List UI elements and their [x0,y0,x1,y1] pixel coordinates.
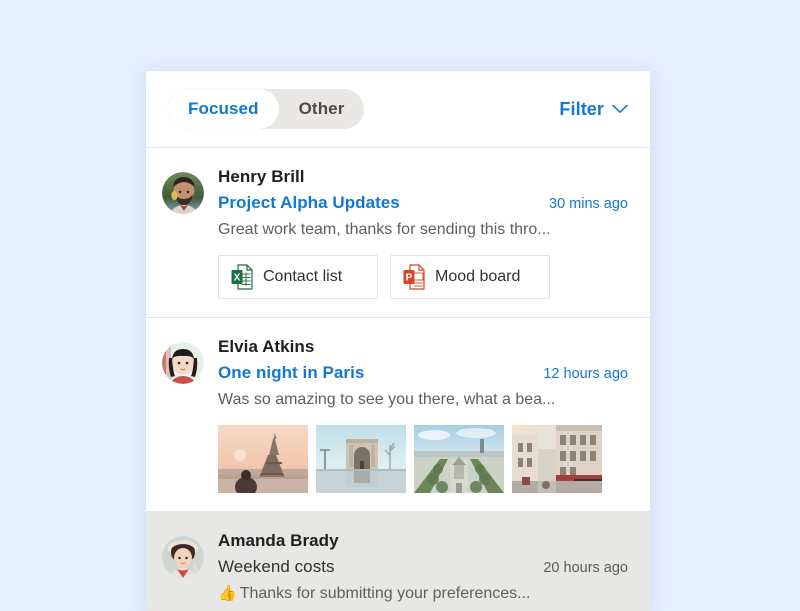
photo-attachment-strip [218,424,628,493]
focused-other-toggle[interactable]: Focused Other [168,89,365,129]
photo-arc-de-triomphe[interactable] [316,424,406,493]
thumbs-up-icon: 👍 [218,584,237,602]
subject-row: Weekend costs 20 hours ago [218,555,628,579]
toggle-segment-focused[interactable]: Focused [168,89,279,129]
message-subject: One night in Paris [218,362,365,382]
attachment-label: Contact list [263,267,343,285]
message-timestamp: 30 mins ago [549,195,628,212]
photo-eiffel-tower[interactable] [218,424,308,493]
photo-paris-street[interactable] [512,424,602,493]
message-preview: Great work team, thanks for sending this… [218,220,551,238]
attachment-chip-contact-list[interactable]: X Contact list [218,254,378,299]
sender-name: Amanda Brady [218,530,339,550]
subject-row: One night in Paris 12 hours ago [218,361,628,385]
powerpoint-file-icon: P [403,264,425,290]
filter-button[interactable]: Filter [559,99,628,120]
message-content: Amanda Brady Weekend costs 20 hours ago … [218,530,628,605]
avatar-henry-brill [162,172,204,214]
excel-file-icon: X [231,264,253,290]
message-preview: Was so amazing to see you there, what a … [218,390,556,408]
message-row-amanda-brady[interactable]: Amanda Brady Weekend costs 20 hours ago … [146,511,650,611]
subject-row: Project Alpha Updates 30 mins ago [218,191,628,215]
photo-paris-aerial[interactable] [414,424,504,493]
attachment-list: X Contact list P Mood board [218,254,628,299]
avatar-elvia-atkins [162,341,204,384]
message-list: Henry Brill Project Alpha Updates 30 min… [146,148,650,611]
message-timestamp: 20 hours ago [543,559,628,576]
message-row-henry-brill[interactable]: Henry Brill Project Alpha Updates 30 min… [146,148,650,318]
message-preview: Thanks for submitting your preferences..… [239,584,531,602]
sender-name: Elvia Atkins [218,336,315,356]
chevron-down-icon [612,104,628,114]
svg-text:X: X [234,273,241,284]
message-preview-row: 👍 Thanks for submitting your preferences.… [218,582,628,605]
message-row-elvia-atkins[interactable]: Elvia Atkins One night in Paris 12 hours… [146,317,650,512]
avatar-amanda-brady [162,535,204,578]
toggle-segment-other[interactable]: Other [279,89,365,129]
message-subject: Project Alpha Updates [218,192,400,212]
sender-name: Henry Brill [218,167,305,186]
filter-label: Filter [559,98,604,119]
message-timestamp: 12 hours ago [543,365,628,382]
message-content: Henry Brill Project Alpha Updates 30 min… [218,166,628,299]
svg-text:P: P [406,273,413,284]
attachment-chip-mood-board[interactable]: P Mood board [390,254,550,299]
message-subject: Weekend costs [218,556,335,576]
attachment-label: Mood board [435,267,521,285]
email-list-card: Focused Other Filter Henry Brill Project… [146,71,650,611]
message-content: Elvia Atkins One night in Paris 12 hours… [218,336,628,493]
list-toolbar: Focused Other Filter [146,71,650,148]
